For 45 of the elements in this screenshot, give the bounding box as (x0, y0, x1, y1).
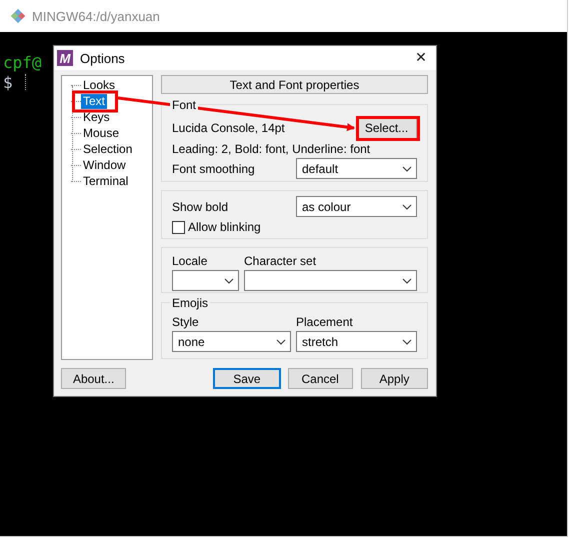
group-legend: Font (170, 98, 198, 112)
field-label: Show bold (172, 200, 228, 214)
field-label: Placement (296, 315, 354, 329)
checkbox-label: Allow blinking (188, 220, 261, 234)
tree-item[interactable]: Looks (81, 78, 118, 92)
tree-item[interactable]: Text (81, 94, 108, 108)
tree-item[interactable]: Selection (81, 142, 134, 156)
character-set-dropdown[interactable] (244, 270, 417, 291)
chevron-down-icon (224, 278, 234, 284)
locale-dropdown[interactable] (172, 270, 239, 291)
app-logo-icon: M (57, 50, 73, 66)
tree-item[interactable]: Mouse (81, 126, 122, 140)
tree-item[interactable]: Terminal (81, 174, 130, 188)
dialog-button[interactable]: About... (61, 368, 126, 389)
chevron-down-icon (402, 278, 412, 284)
show-bold-dropdown[interactable]: as colour (296, 196, 417, 217)
chevron-down-icon (402, 338, 412, 344)
chevron-down-icon (402, 166, 412, 172)
window-title: MINGW64:/d/yanxuan (32, 8, 160, 24)
font-smoothing-dropdown[interactable]: default (296, 158, 417, 179)
checkbox[interactable] (172, 220, 185, 234)
chevron-down-icon (276, 338, 286, 344)
field-label: Font smoothing (172, 162, 255, 176)
chevron-down-icon (402, 204, 412, 210)
field-label: Locale (172, 254, 208, 268)
tree-item[interactable]: Window (81, 158, 128, 172)
field-label: Character set (244, 254, 318, 268)
dialog-button[interactable]: Save (213, 368, 281, 389)
dialog-button[interactable]: Cancel (288, 368, 353, 389)
dialog-button[interactable]: Apply (360, 368, 428, 389)
dialog-title: Options (80, 50, 126, 66)
style-dropdown[interactable]: none (172, 331, 291, 352)
placement-dropdown[interactable]: stretch (296, 331, 417, 352)
field-label: Style (172, 315, 200, 329)
terminal-text: cpf@ (3, 52, 42, 72)
font-details: Leading: 2, Bold: font, Underline: font (172, 142, 370, 156)
tree-item[interactable]: Keys (81, 110, 112, 124)
terminal-text: $ (3, 72, 13, 92)
highlight-frame (72, 90, 118, 112)
font-name: Lucida Console, 14pt (172, 121, 285, 135)
group-legend: Emojis (170, 296, 210, 310)
highlight-frame (356, 116, 420, 141)
close-button[interactable]: ✕ (406, 47, 436, 69)
cursor (24, 74, 26, 90)
section-header: Text and Font properties (161, 75, 428, 94)
